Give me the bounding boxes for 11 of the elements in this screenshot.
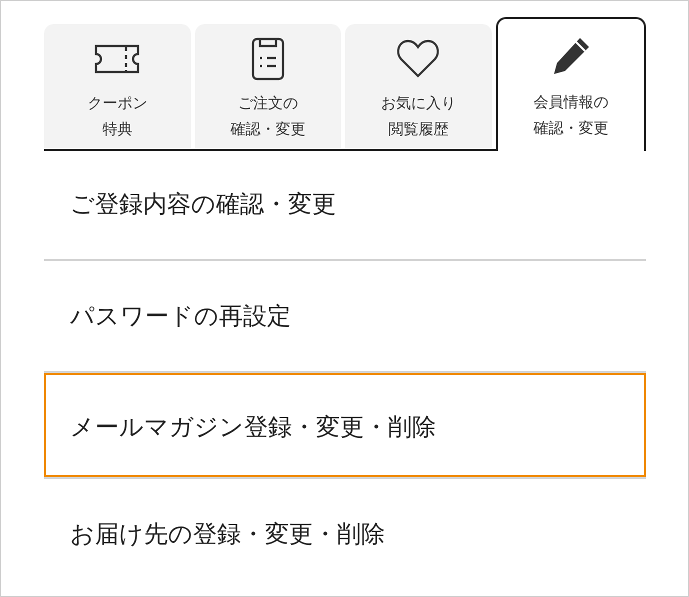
- menu-item[interactable]: パスワードの再設定: [44, 263, 646, 369]
- ticket-icon: [94, 44, 140, 74]
- heart-icon: [396, 39, 440, 79]
- menu-item[interactable]: メールマガジン登録・変更・削除: [44, 373, 646, 477]
- tab[interactable]: クーポン 特典: [44, 24, 190, 149]
- menu-item[interactable]: お届け先の登録・変更・削除: [44, 481, 646, 587]
- clipboard-icon: [250, 37, 285, 81]
- menu-item[interactable]: ご登録内容の確認・変更: [44, 151, 646, 257]
- tab[interactable]: お気に入り 閲覧履歴: [345, 24, 492, 149]
- tab[interactable]: 会員情報の 確認・変更: [496, 17, 646, 151]
- tab[interactable]: ご注文の 確認・変更: [194, 24, 341, 149]
